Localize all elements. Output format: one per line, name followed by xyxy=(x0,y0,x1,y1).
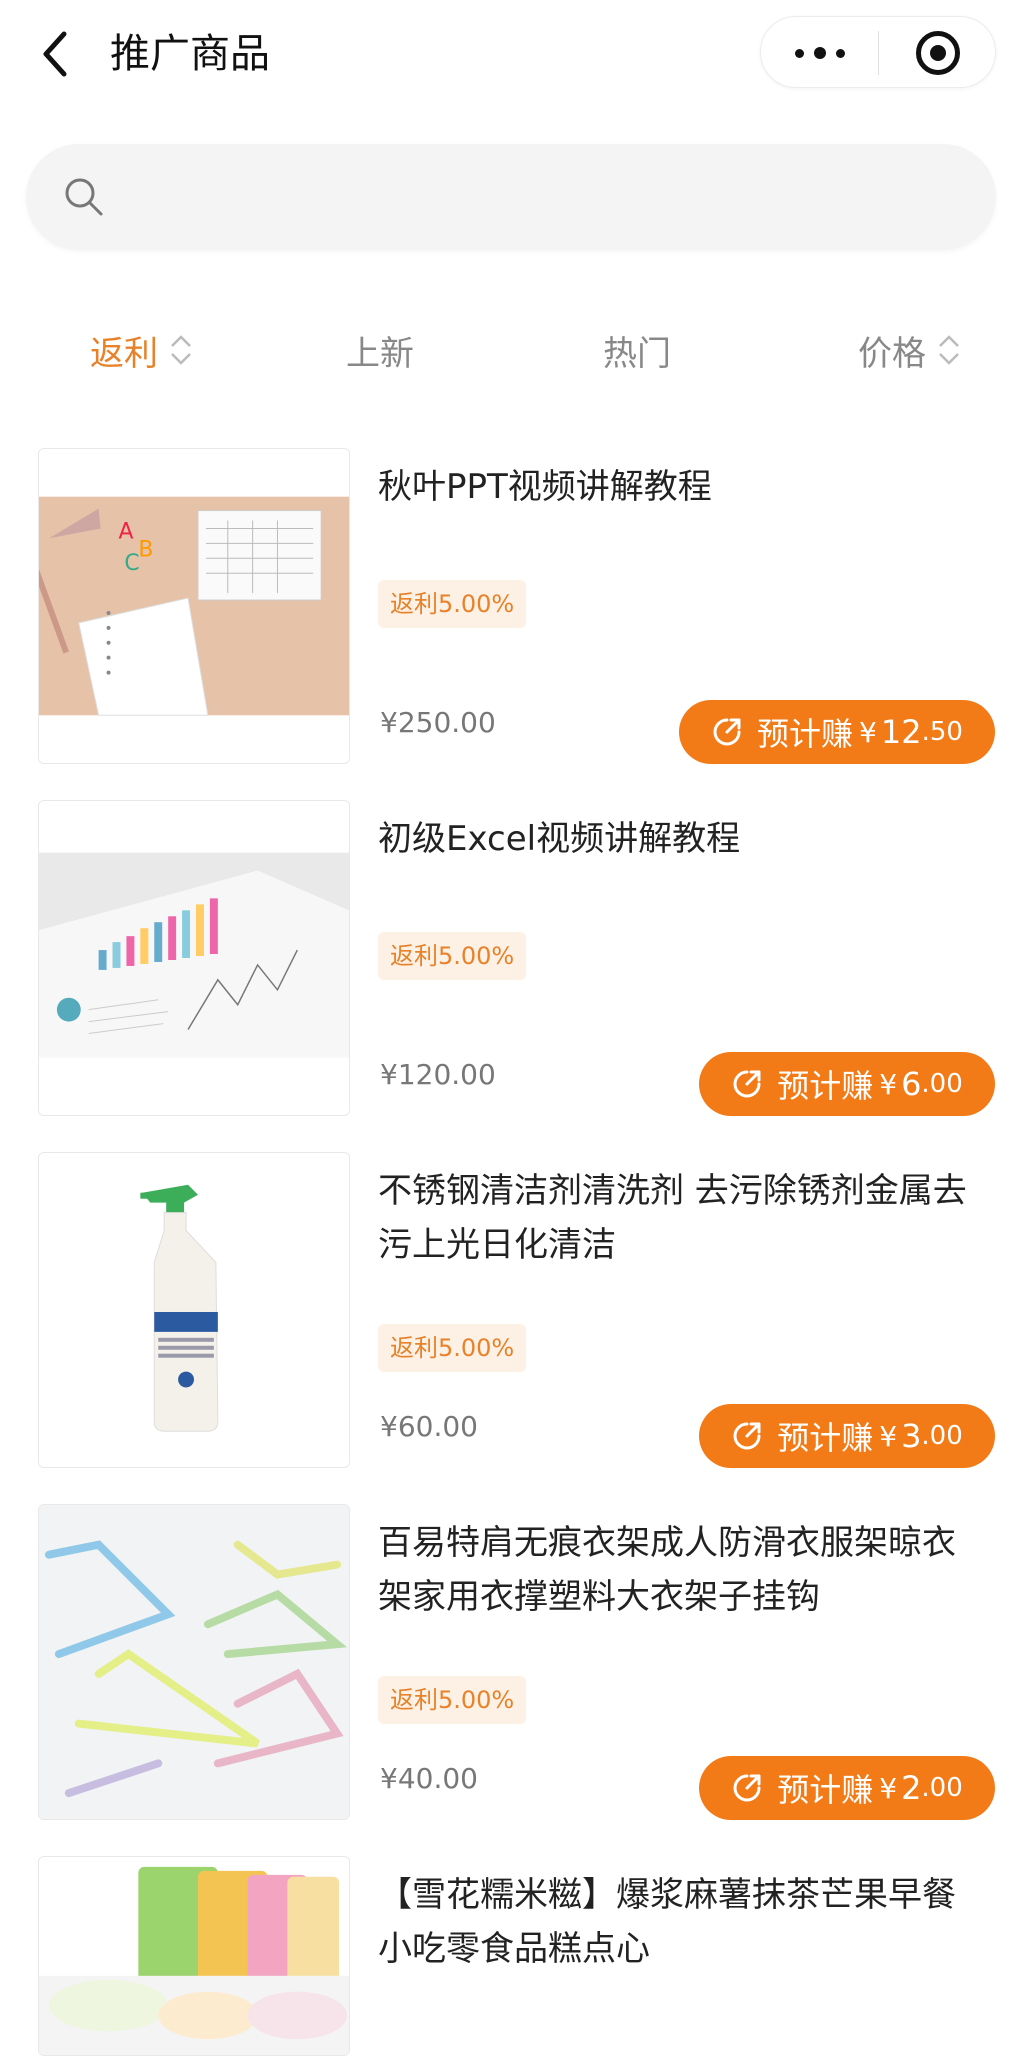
svg-text:B: B xyxy=(138,537,153,562)
product-image-mochi[interactable] xyxy=(38,1856,350,2056)
svg-text:A: A xyxy=(118,519,133,544)
page-title: 推广商品 xyxy=(110,31,270,77)
earn-amount: 3 xyxy=(901,1417,922,1455)
product-price: ¥120.00 xyxy=(380,1058,496,1091)
search-icon xyxy=(65,178,103,216)
product-name[interactable]: 不锈钢清洁剂清洗剂 去污除锈剂金属去污上光日化清洁 xyxy=(378,1164,978,1272)
earn-currency: ¥ xyxy=(879,1419,898,1453)
product-item[interactable]: A B C 秋叶PPT视频讲解教程 返利5.00% ¥250.00 预计赚 ¥ … xyxy=(0,444,1024,764)
earn-decimals: .00 xyxy=(921,1773,963,1803)
search-input[interactable] xyxy=(108,144,996,250)
tab-price-label: 价格 xyxy=(858,333,926,374)
sort-arrows-icon xyxy=(171,335,191,365)
product-item[interactable]: 百易特肩无痕衣架成人防滑衣服架晾衣架家用衣撑塑料大衣架子挂钩 返利5.00% ¥… xyxy=(0,1500,1024,1820)
rebate-badge: 返利5.00% xyxy=(378,932,527,980)
earn-amount: 6 xyxy=(901,1065,922,1103)
earn-currency: ¥ xyxy=(879,1067,898,1101)
tab-price[interactable]: 价格 xyxy=(858,310,962,390)
target-close-icon xyxy=(916,31,960,75)
back-button[interactable] xyxy=(30,24,80,84)
product-image-chart[interactable] xyxy=(38,800,350,1116)
earn-decimals: .00 xyxy=(921,1421,963,1451)
tab-rebate[interactable]: 返利 xyxy=(90,310,194,390)
mini-program-capsule xyxy=(760,16,996,88)
product-name[interactable]: 秋叶PPT视频讲解教程 xyxy=(378,460,978,514)
earn-amount: 12 xyxy=(880,713,922,751)
earn-label: 预计赚 xyxy=(777,1771,874,1809)
share-icon xyxy=(713,718,741,746)
earn-share-button[interactable]: 预计赚 ¥ 6 .00 xyxy=(699,1052,995,1116)
product-image-hangers[interactable] xyxy=(38,1504,350,1820)
earn-share-button[interactable]: 预计赚 ¥ 3 .00 xyxy=(699,1404,995,1468)
sort-tabs: 返利 上新 热门 价格 xyxy=(0,310,1024,390)
earn-label: 预计赚 xyxy=(777,1067,874,1105)
product-price: ¥250.00 xyxy=(380,706,496,739)
product-price: ¥40.00 xyxy=(380,1762,478,1795)
earn-decimals: .50 xyxy=(921,717,963,747)
product-name[interactable]: 百易特肩无痕衣架成人防滑衣服架晾衣架家用衣撑塑料大衣架子挂钩 xyxy=(378,1516,978,1624)
product-item[interactable]: 初级Excel视频讲解教程 返利5.00% ¥120.00 预计赚 ¥ 6 .0… xyxy=(0,796,1024,1116)
close-button[interactable] xyxy=(879,17,997,89)
chevron-left-icon xyxy=(43,31,67,77)
share-icon xyxy=(733,1070,761,1098)
product-name[interactable]: 初级Excel视频讲解教程 xyxy=(378,812,978,866)
earn-label: 预计赚 xyxy=(757,715,854,753)
earn-decimals: .00 xyxy=(921,1069,963,1099)
product-image-spray-bottle[interactable] xyxy=(38,1152,350,1468)
product-item[interactable]: 【雪花糯米糍】爆浆麻薯抹茶芒果早餐小吃零食品糕点心 xyxy=(0,1852,1024,2056)
product-name[interactable]: 【雪花糯米糍】爆浆麻薯抹茶芒果早餐小吃零食品糕点心 xyxy=(378,1868,978,1976)
rebate-badge: 返利5.00% xyxy=(378,1676,527,1724)
search-bar[interactable] xyxy=(26,144,996,250)
tab-newest-label: 上新 xyxy=(346,333,414,374)
share-icon xyxy=(733,1422,761,1450)
rebate-badge: 返利5.00% xyxy=(378,1324,527,1372)
earn-share-button[interactable]: 预计赚 ¥ 2 .00 xyxy=(699,1756,995,1820)
earn-share-button[interactable]: 预计赚 ¥ 12 .50 xyxy=(679,700,995,764)
earn-currency: ¥ xyxy=(879,1771,898,1805)
more-dots-icon xyxy=(794,48,804,58)
earn-currency: ¥ xyxy=(859,715,877,749)
earn-label: 预计赚 xyxy=(777,1419,874,1457)
more-button[interactable] xyxy=(761,17,878,89)
tab-hot[interactable]: 热门 xyxy=(603,310,671,390)
sort-arrows-icon xyxy=(939,335,959,365)
tab-hot-label: 热门 xyxy=(603,333,671,374)
svg-text:C: C xyxy=(124,551,139,576)
tab-newest[interactable]: 上新 xyxy=(346,310,414,390)
product-image-notebook[interactable]: A B C xyxy=(38,448,350,764)
product-item[interactable]: 不锈钢清洁剂清洗剂 去污除锈剂金属去污上光日化清洁 返利5.00% ¥60.00… xyxy=(0,1148,1024,1468)
top-bar: 推广商品 xyxy=(0,0,1024,110)
share-icon xyxy=(733,1774,761,1802)
rebate-badge: 返利5.00% xyxy=(378,580,527,628)
tab-rebate-label: 返利 xyxy=(90,333,158,374)
earn-amount: 2 xyxy=(901,1769,922,1807)
product-price: ¥60.00 xyxy=(380,1410,478,1443)
